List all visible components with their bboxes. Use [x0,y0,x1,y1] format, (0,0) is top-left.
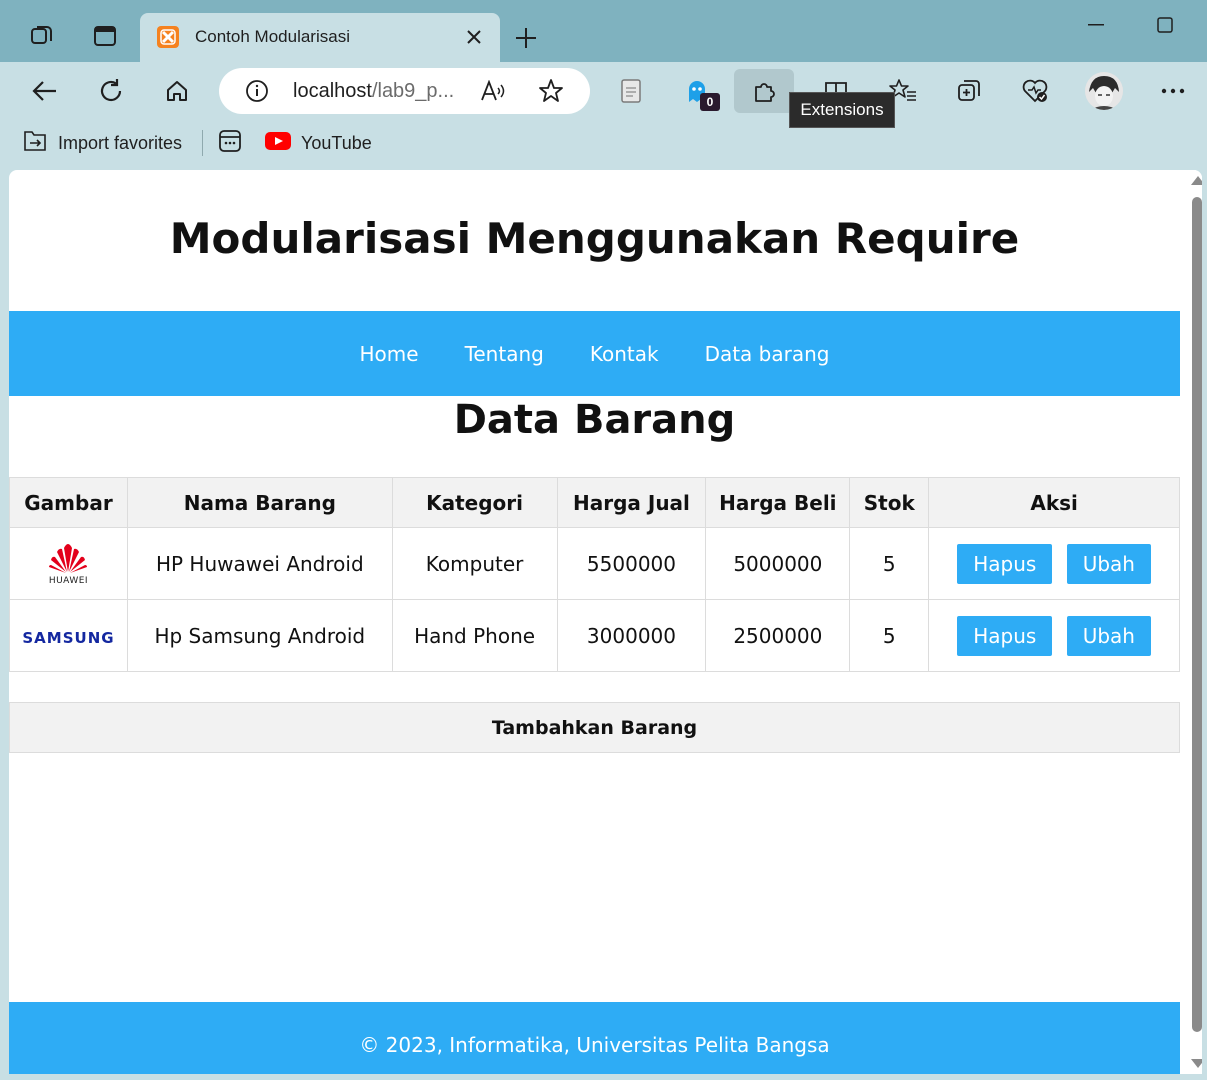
address-bar[interactable]: localhost/lab9_p... [219,68,590,114]
bookmark-label: Import favorites [58,132,183,153]
column-header: Kategori [391,477,558,528]
bookmark-import-favorites[interactable]: Import favorites [22,128,182,158]
product-stock: 5 [849,599,930,672]
tab-title: Contoh Modularisasi [195,27,350,46]
read-aloud-icon[interactable] [479,77,507,105]
apps-icon [218,129,242,158]
column-header: Gambar [9,477,128,528]
youtube-icon [265,131,291,155]
nav-tentang[interactable]: Tentang [465,342,544,366]
maximize-icon[interactable] [1142,8,1188,42]
actions-cell: Hapus Ubah [928,527,1180,600]
column-header: Harga Beli [705,477,851,528]
product-sell-price: 5500000 [556,527,707,600]
scrollbar-thumb[interactable] [1192,197,1202,1032]
bookmark-label: YouTube [301,132,372,153]
page-icon[interactable] [610,71,652,111]
nav-data-barang[interactable]: Data barang [705,342,830,366]
extensions-puzzle-icon[interactable] [734,69,794,113]
url-text[interactable]: localhost/lab9_p... [293,80,454,103]
bookmark-divider [202,130,203,156]
browser-titlebar: Contoh Modularisasi [0,0,1207,62]
minimize-icon[interactable] [1073,8,1119,42]
samsung-logo-image: SAMSUNG [22,628,115,647]
favorite-star-icon[interactable] [537,77,565,105]
home-icon[interactable] [156,71,198,111]
site-title: Modularisasi Menggunakan Require [169,214,1020,263]
product-category: Hand Phone [391,599,558,672]
table-row: HUAWEI HP Huwawei Android Komputer 55000… [9,527,1180,600]
product-category: Komputer [391,527,558,600]
section-title: Data Barang [453,397,736,443]
workspaces-icon[interactable] [28,22,56,50]
main-navbar: Home Tentang Kontak Data barang [9,311,1180,396]
import-favorites-icon [22,130,48,157]
extensions-tooltip: Extensions [789,92,895,128]
product-image-cell: SAMSUNG [9,599,128,672]
site-info-icon[interactable] [243,77,271,105]
new-tab-icon[interactable] [510,22,542,54]
extension-count-badge: 0 [700,93,720,111]
scroll-down-arrow-icon[interactable] [1191,1059,1202,1068]
product-name: Hp Samsung Android [126,599,393,672]
more-options-icon[interactable] [1152,71,1194,111]
vertical-scrollbar[interactable] [1189,170,1202,1074]
column-header: Stok [849,477,930,528]
back-arrow-icon[interactable] [24,71,66,111]
nav-kontak[interactable]: Kontak [590,342,659,366]
refresh-icon[interactable] [90,71,132,111]
browser-tab-active[interactable]: Contoh Modularisasi [140,13,500,62]
collections-icon[interactable] [948,71,990,111]
huawei-logo-text: HUAWEI [48,575,89,586]
product-buy-price: 2500000 [705,599,851,672]
ubah-button[interactable]: Ubah [1066,543,1151,584]
xampp-favicon-icon [157,26,179,48]
ubah-button[interactable]: Ubah [1066,615,1151,656]
scroll-up-arrow-icon[interactable] [1191,176,1202,185]
browser-essentials-icon[interactable] [1014,71,1056,111]
nav-home[interactable]: Home [360,342,419,366]
page-viewport: Modularisasi Menggunakan Require Home Te… [9,170,1202,1074]
huawei-logo-image: HUAWEI [47,542,89,586]
product-name: HP Huwawei Android [126,527,393,600]
url-host: localhost [293,80,372,102]
url-path: /lab9_p... [371,80,455,102]
product-buy-price: 5000000 [705,527,851,600]
product-sell-price: 3000000 [556,599,707,672]
page-footer: © 2023, Informatika, Universitas Pelita … [9,1002,1180,1074]
product-stock: 5 [849,527,930,600]
column-header: Aksi [928,477,1180,528]
bookmark-youtube[interactable]: YouTube [265,128,372,158]
tambahkan-barang-button[interactable]: Tambahkan Barang [9,702,1180,753]
profile-avatar[interactable] [1085,72,1123,110]
column-header: Harga Jual [556,477,707,528]
close-tab-icon[interactable] [462,25,486,49]
hapus-button[interactable]: Hapus [957,543,1053,584]
bookmark-apps[interactable] [218,128,242,158]
tab-actions-icon[interactable] [91,22,119,50]
table-header-row: Gambar Nama Barang Kategori Harga Jual H… [9,477,1180,528]
data-barang-table: Gambar Nama Barang Kategori Harga Jual H… [9,477,1180,672]
page-content: Modularisasi Menggunakan Require Home Te… [9,170,1180,1074]
column-header: Nama Barang [126,477,393,528]
favorites-bar: Import favorites YouTube [0,120,1207,166]
hapus-button[interactable]: Hapus [957,615,1053,656]
product-image-cell: HUAWEI [9,527,128,600]
table-row: SAMSUNG Hp Samsung Android Hand Phone 30… [9,599,1180,672]
browser-toolbar: localhost/lab9_p... [0,62,1207,120]
actions-cell: Hapus Ubah [928,599,1180,672]
